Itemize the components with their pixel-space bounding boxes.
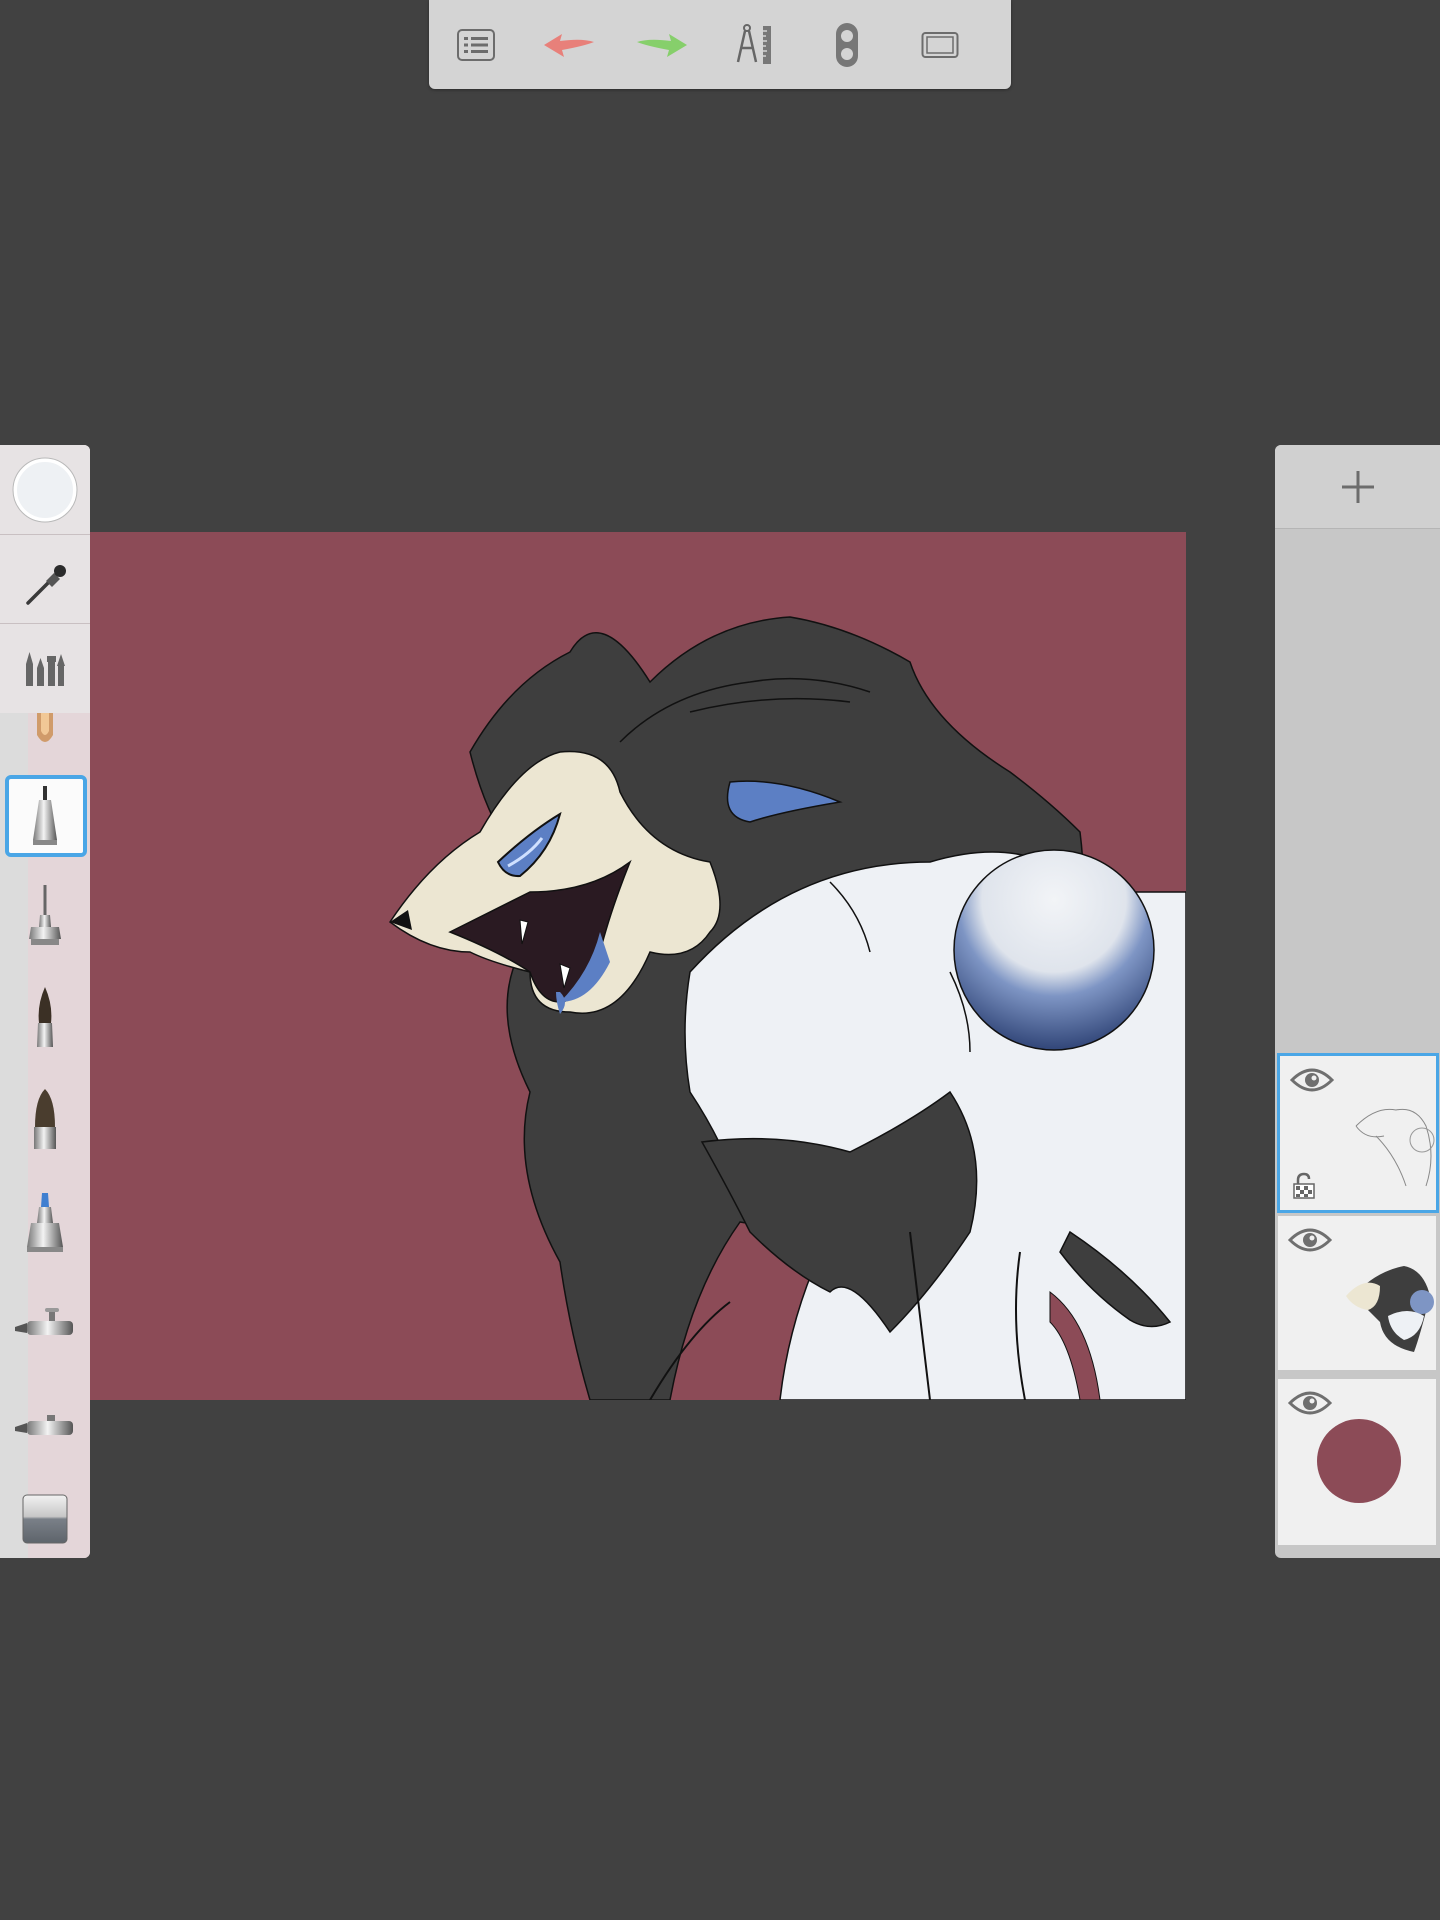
pencil-tool[interactable] [0,713,90,753]
fineliner-icon [29,885,61,945]
layer-panel [1275,445,1440,1558]
add-layer-button[interactable] [1275,445,1440,529]
sketch-layer-thumbnail [1355,1108,1435,1187]
color-puck-button[interactable] [0,455,90,525]
airbrush-tool[interactable] [0,1283,90,1365]
layer-sketch[interactable] [1277,1053,1439,1213]
eraser-tool[interactable] [0,1483,90,1555]
smudge-tool[interactable] [0,1385,90,1467]
color-layer-thumbnail [1346,1266,1434,1352]
lock-icon[interactable] [1292,1172,1316,1200]
brush-library-icon [26,652,65,686]
list-icon [457,29,495,61]
layer-color[interactable] [1278,1216,1436,1370]
undo-arrow-icon [544,34,594,57]
fullscreen-button[interactable] [907,14,973,76]
eyedropper-button[interactable] [0,545,90,623]
compass-ruler-icon [736,24,771,64]
fineliner-tool[interactable] [0,875,90,957]
background-color-swatch [1317,1419,1401,1503]
redo-arrow-icon [637,34,687,57]
marker-tool[interactable] [0,1181,90,1263]
ballpoint-pen-icon [33,786,57,845]
fullscreen-icon [921,32,959,58]
top-toolbar [429,0,1011,89]
redo-button[interactable] [629,14,695,76]
guides-button[interactable] [722,14,788,76]
plus-icon [1341,470,1374,503]
drawing-canvas[interactable] [90,532,1186,1400]
brush-palette [0,445,90,1558]
separator [0,623,90,624]
airbrush-icon [15,1308,73,1335]
separator [0,534,90,535]
color-puck-icon [12,457,78,523]
symmetry-button[interactable] [814,14,880,76]
flat-brush-tool[interactable] [0,1079,90,1161]
eraser-icon [22,1494,68,1544]
wolf-artwork [388,616,1186,1400]
pencil-icon [37,713,53,742]
paintbrush-tool[interactable] [0,977,90,1059]
undo-button[interactable] [536,14,602,76]
brush-library-button[interactable] [0,628,90,708]
toggle-icon [836,23,858,67]
smudge-icon [15,1415,73,1435]
flat-brush-icon [34,1089,56,1149]
eye-icon[interactable] [1288,1389,1332,1417]
menu-button[interactable] [443,14,509,76]
eyedropper-icon [26,565,66,605]
paintbrush-icon [37,987,53,1047]
layer-background[interactable] [1278,1379,1436,1545]
marker-icon [27,1193,63,1252]
ballpoint-pen-tool[interactable] [0,775,90,857]
